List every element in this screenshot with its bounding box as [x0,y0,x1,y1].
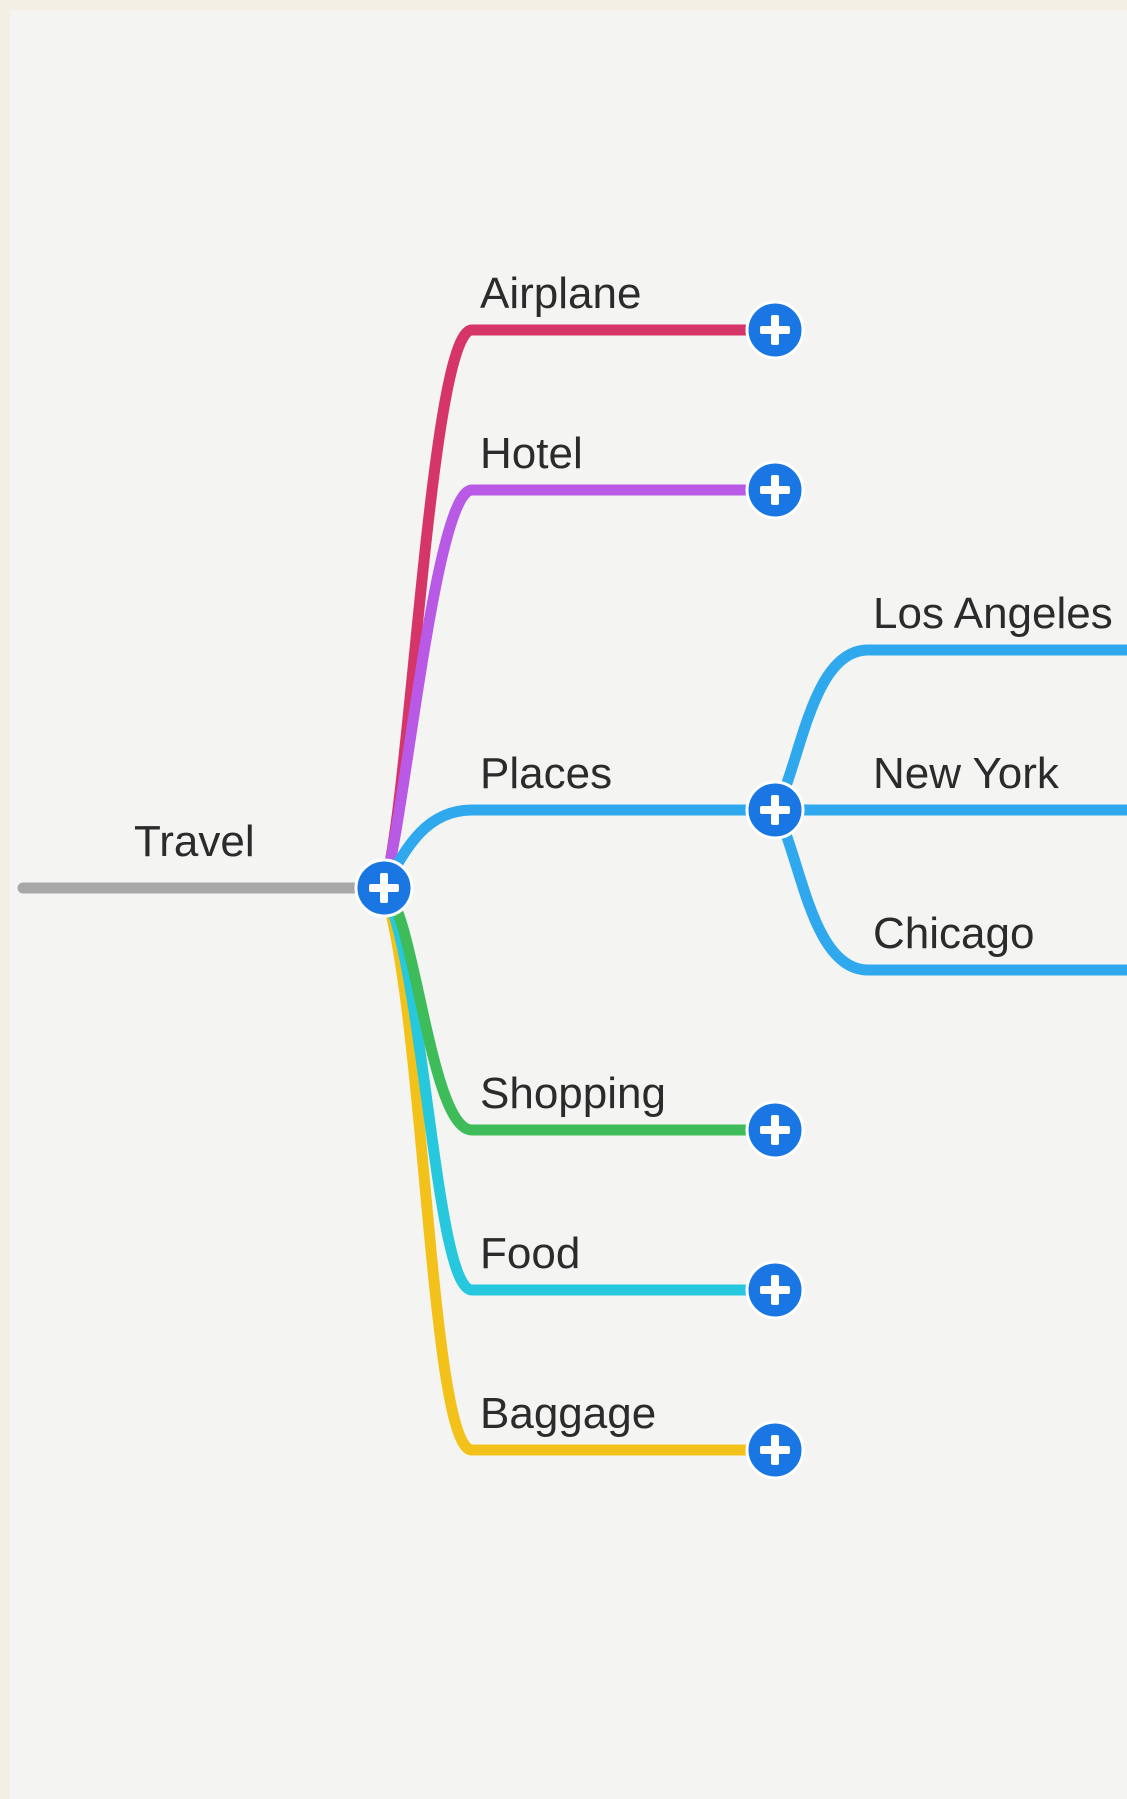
branch-line-baggage [378,882,781,1456]
branch-line-hotel [378,484,781,894]
sub-label-new-york: New York [873,749,1060,798]
root-label: Travel [134,817,255,866]
add-node-button-baggage[interactable] [745,1420,805,1480]
add-node-button-food[interactable] [745,1260,805,1320]
branch-label-hotel: Hotel [480,429,583,478]
add-node-button-root[interactable] [354,858,414,918]
branch-line-places [378,804,781,894]
branch-label-shopping: Shopping [480,1069,666,1118]
sub-label-los-angeles: Los Angeles [873,589,1113,638]
add-node-button-shopping[interactable] [745,1100,805,1160]
add-node-button-airplane[interactable] [745,300,805,360]
branch-line-airplane [378,324,781,894]
mindmap-svg: Travel Airplane Hotel Places Shopping Fo… [17,269,1127,1480]
add-node-button-hotel[interactable] [745,460,805,520]
sub-label-chicago: Chicago [873,909,1034,958]
branch-label-places: Places [480,749,612,798]
add-node-button-places[interactable] [745,780,805,840]
branch-label-airplane: Airplane [480,269,641,318]
mindmap-canvas: Travel Airplane Hotel Places Shopping Fo… [10,10,1127,1799]
branch-label-food: Food [480,1229,580,1278]
branch-label-baggage: Baggage [480,1389,656,1438]
